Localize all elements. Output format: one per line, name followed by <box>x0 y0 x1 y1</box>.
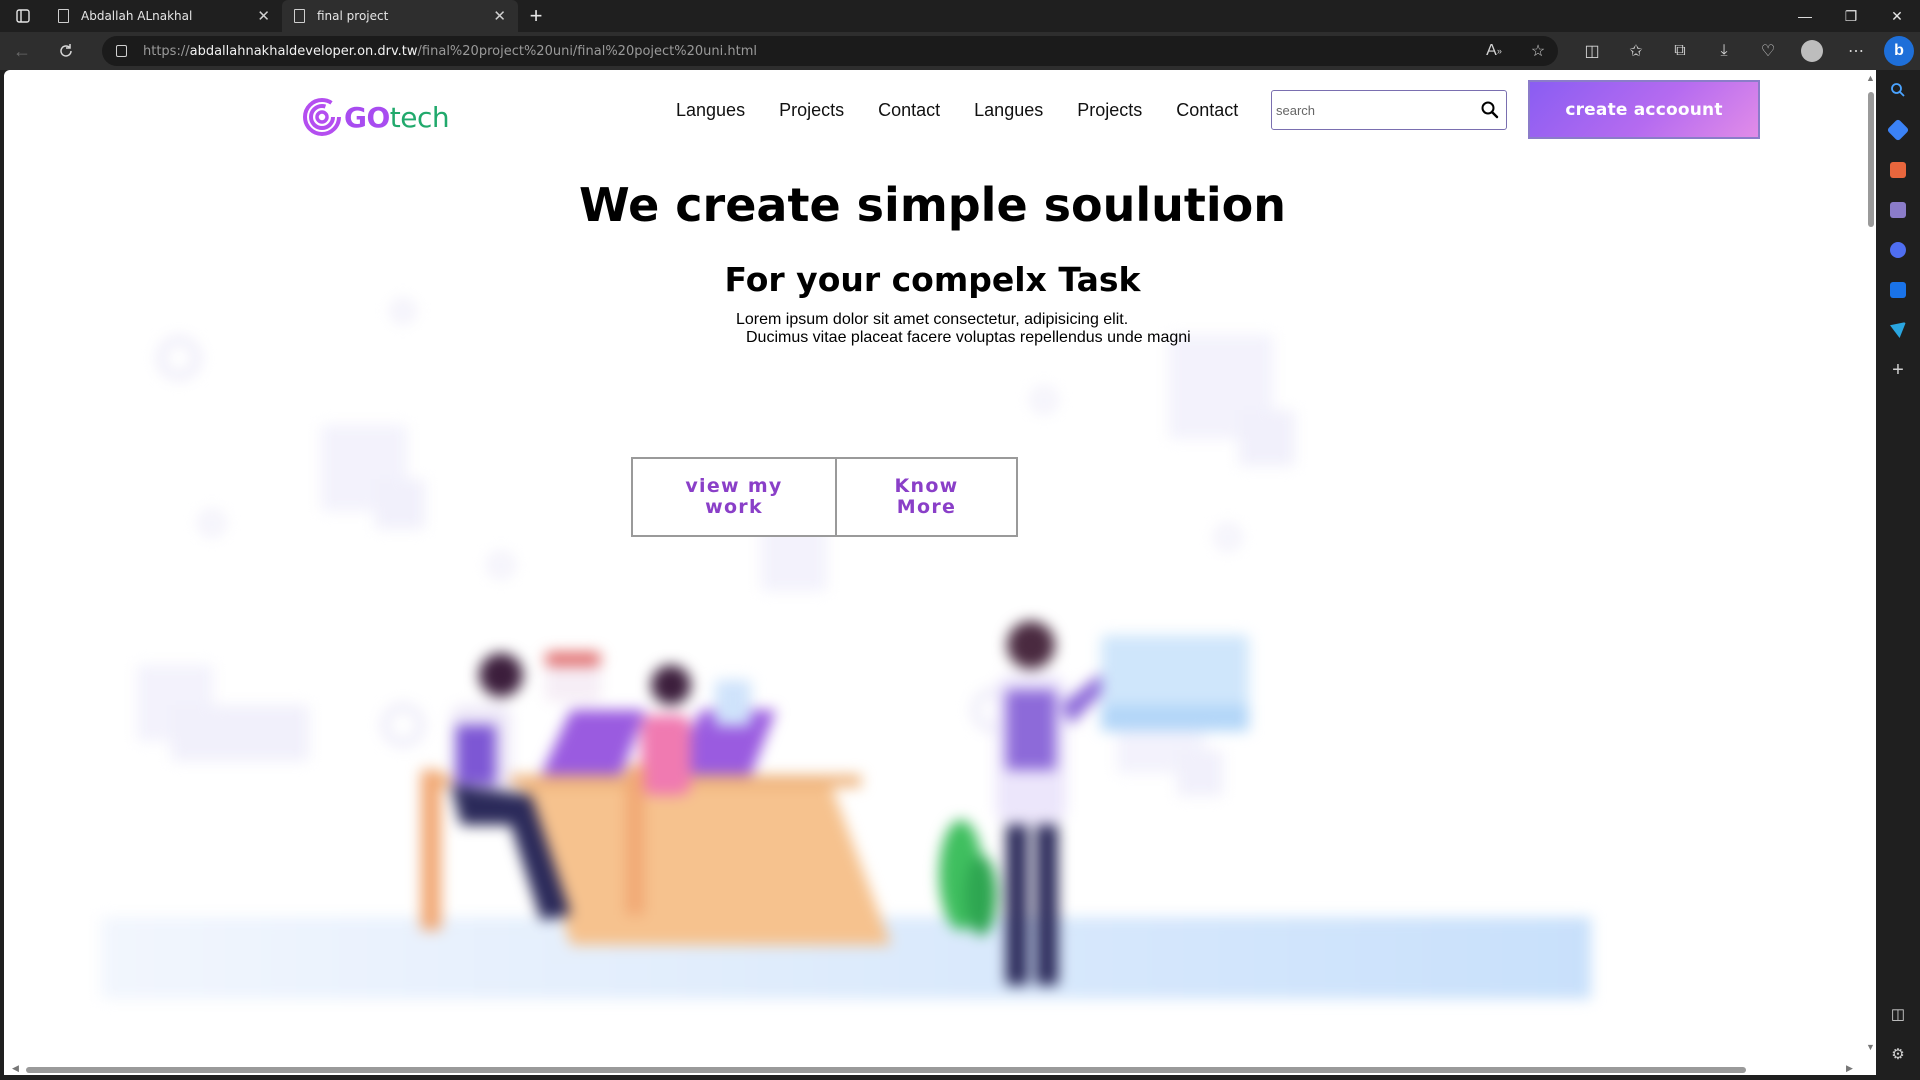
tools-icon[interactable] <box>1876 150 1920 190</box>
hero-subtitle: For your compelx Task <box>724 260 1141 299</box>
logo-go: GO <box>344 100 390 134</box>
nav-link-langues[interactable]: Langues <box>676 100 745 120</box>
hero-description: Lorem ipsum dolor sit amet consectetur, … <box>736 311 1191 347</box>
sidebar-settings-icon[interactable]: ⚙ <box>1876 1034 1920 1074</box>
url-host: abdallahnakhaldeveloper.on.drv.tw <box>189 43 418 59</box>
search-sidebar-icon[interactable] <box>1876 70 1920 110</box>
nav-link-projects[interactable]: Projects <box>779 100 844 120</box>
browser-tab-active[interactable]: final project ✕ <box>282 0 518 32</box>
copilot-sidebar-icon[interactable] <box>1876 230 1920 270</box>
page-icon <box>58 9 69 23</box>
minimize-icon[interactable]: — <box>1782 0 1828 32</box>
refresh-button[interactable] <box>44 32 88 70</box>
logo-text: GOtech <box>344 100 450 134</box>
browser-essentials-icon[interactable]: ♡ <box>1746 32 1790 70</box>
nav-link-projects[interactable]: Projects <box>1077 100 1142 120</box>
logo-swirl-icon <box>303 98 341 136</box>
create-account-button[interactable]: create accoount <box>1528 80 1760 139</box>
restore-icon[interactable]: ❐ <box>1828 0 1874 32</box>
tab-title: Abdallah ALnakhal <box>81 9 193 23</box>
collections-icon[interactable]: ⧉ <box>1658 32 1702 70</box>
scroll-up-icon[interactable]: ▲ <box>1866 73 1875 83</box>
know-more-button[interactable]: Know More <box>835 457 1018 537</box>
outlook-icon[interactable] <box>1876 270 1920 310</box>
copilot-icon[interactable]: b <box>1884 36 1914 66</box>
tab-bar: Abdallah ALnakhal ✕ final project ✕ + — … <box>0 0 1920 32</box>
logo-tech: tech <box>389 100 450 134</box>
url-path: /final%20project%20uni/final%20poject%20… <box>417 43 758 59</box>
hero-text-line: Ducimus vitae placeat facere voluptas re… <box>746 329 1191 346</box>
hide-sidebar-icon[interactable]: ◫ <box>1876 994 1920 1034</box>
games-icon[interactable] <box>1876 190 1920 230</box>
back-button[interactable]: ← <box>0 32 44 70</box>
read-aloud-icon[interactable]: A» <box>1472 32 1516 70</box>
horizontal-scrollbar[interactable]: ◀ ▶ <box>4 1063 1876 1075</box>
refresh-icon <box>60 44 72 57</box>
know-more-label: Know More <box>894 475 959 518</box>
view-my-work-button[interactable]: view my work <box>631 457 837 537</box>
gotech-logo[interactable]: GOtech <box>302 97 450 137</box>
hero-title: We create simple soulution <box>578 178 1287 232</box>
tab-actions-icon <box>16 9 30 23</box>
scroll-left-icon[interactable]: ◀ <box>12 1063 19 1074</box>
favorite-star-icon[interactable]: ☆ <box>1516 32 1560 70</box>
tab-title: final project <box>317 9 389 23</box>
close-icon[interactable]: ✕ <box>493 7 506 25</box>
scroll-down-icon[interactable]: ▼ <box>1866 1042 1875 1052</box>
vertical-scrollbar[interactable]: ▲ ▼ <box>1865 70 1876 1063</box>
search-icon[interactable] <box>1480 100 1500 120</box>
url-field[interactable]: https://abdallahnakhaldeveloper.on.drv.t… <box>102 36 1558 66</box>
page-viewport: GOtech Langues Projects Contact Langues … <box>4 70 1876 1075</box>
page-icon <box>294 9 305 23</box>
search-input[interactable] <box>1272 92 1472 128</box>
scroll-right-icon[interactable]: ▶ <box>1846 1063 1853 1074</box>
send-icon[interactable] <box>1876 310 1920 350</box>
nav-link-contact[interactable]: Contact <box>1176 100 1238 120</box>
browser-tab[interactable]: Abdallah ALnakhal ✕ <box>46 0 282 32</box>
main-nav: Langues Projects Contact Langues Project… <box>676 100 1272 120</box>
toolbar-right: A» ☆ ◫ ✩ ⧉ ⤓ ♡ ⋯ b <box>1472 32 1920 70</box>
new-tab-button[interactable]: + <box>518 0 554 32</box>
url-scheme: https:// <box>143 43 190 59</box>
add-sidebar-icon[interactable]: + <box>1876 350 1920 390</box>
hero-text-line: Lorem ipsum dolor sit amet consectetur, … <box>736 311 1129 328</box>
close-icon[interactable]: ✕ <box>257 7 270 25</box>
more-menu-icon[interactable]: ⋯ <box>1834 32 1878 70</box>
address-bar: ← https://abdallahnakhaldeveloper.on.drv… <box>0 32 1920 70</box>
shopping-icon[interactable] <box>1876 110 1920 150</box>
nav-link-contact[interactable]: Contact <box>878 100 940 120</box>
downloads-icon[interactable]: ⤓ <box>1702 32 1746 70</box>
favorites-icon[interactable]: ✩ <box>1614 32 1658 70</box>
split-screen-icon[interactable]: ◫ <box>1570 32 1614 70</box>
site-header: GOtech Langues Projects Contact Langues … <box>4 70 1865 180</box>
horizontal-scroll-thumb[interactable] <box>26 1067 1746 1073</box>
profile-avatar[interactable] <box>1801 40 1823 62</box>
browser-sidebar: + ◫ ⚙ <box>1876 70 1920 1080</box>
lock-icon[interactable] <box>116 45 127 57</box>
search-box <box>1271 90 1507 130</box>
vertical-scroll-thumb[interactable] <box>1868 92 1874 227</box>
nav-link-langues[interactable]: Langues <box>974 100 1043 120</box>
tab-actions-button[interactable] <box>0 0 46 32</box>
view-my-work-label: view my work <box>685 475 783 518</box>
hero-illustration <box>101 299 1591 999</box>
close-window-icon[interactable]: ✕ <box>1874 0 1920 32</box>
window-controls: — ❐ ✕ <box>1782 0 1920 32</box>
